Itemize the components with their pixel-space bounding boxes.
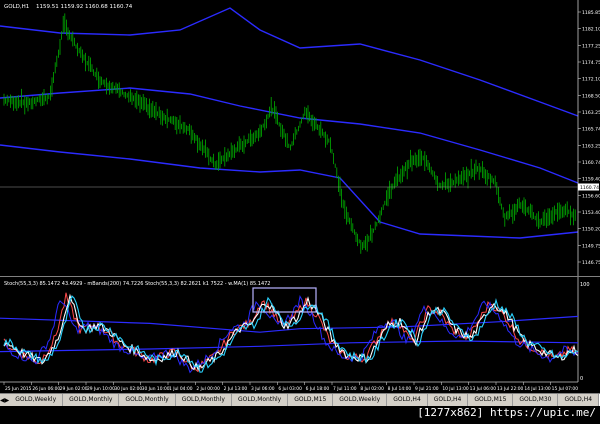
chart-tab[interactable]: GOLD,Monthly (63, 394, 120, 406)
time-label: 7 Jul 11:00 (333, 386, 357, 392)
indicator-axis-0: 0 (580, 376, 583, 382)
time-label: 3 Jul 06:00 (251, 386, 275, 392)
time-label: 10 Jul 13:00 (442, 386, 469, 392)
indicator-panel[interactable] (0, 292, 579, 374)
time-label: 30 Jun 10:00 (142, 386, 170, 392)
chart-tab[interactable]: GOLD,Weekly (9, 394, 64, 406)
indicator-axis-100: 100 (580, 282, 590, 288)
time-label: 6 Jul 03:00 (278, 386, 302, 392)
price-label: 1160.74 (582, 160, 600, 166)
price-label: 1185.85 (582, 10, 600, 16)
price-label: 1149.75 (582, 243, 600, 249)
time-label: 8 Jul 14:00 (388, 386, 412, 392)
signal-band-lower (0, 340, 579, 353)
price-label: 1163.25 (582, 143, 600, 149)
time-axis: 25 Jun 2015 26 Jun 06:00 29 Jun 02:00 29 Ju… (3, 382, 579, 392)
current-price-label: 1160.74 (580, 185, 599, 191)
time-label: 15 Jul 07:00 (552, 386, 579, 392)
upper-band (0, 7, 579, 117)
chart-window[interactable]: GOLD,H1 1159.51 1159.92 1160.68 1160.74 … (0, 0, 600, 424)
price-label: 1172.10 (582, 77, 600, 83)
chart-tab[interactable]: GOLD,Monthly (231, 394, 289, 406)
time-label: 30 Jun 02:00 (114, 386, 142, 392)
chart-tab[interactable]: GOLD,Weekly (333, 394, 388, 406)
chart-tab[interactable]: GOLD,M30 (513, 394, 559, 406)
price-label: 1146.75 (582, 260, 600, 266)
ohlc-readout: 1159.51 1159.92 1160.68 1160.74 (36, 4, 133, 10)
chart-tab[interactable]: GOLD,H4 (387, 394, 428, 406)
time-label: 6 Jul 18:00 (306, 386, 330, 392)
stoch-blue-line (3, 294, 579, 374)
indicator-title: Stoch(55,3,3) 85.1472 43.4929 - mBands(2… (4, 281, 271, 287)
price-label: 1177.25 (582, 43, 600, 49)
time-label: 9 Jul 21:00 (415, 386, 439, 392)
price-label: 1165.74 (582, 127, 600, 133)
chart-tab[interactable]: GOLD,H4 (558, 394, 600, 406)
lower-band (0, 144, 579, 239)
time-label: 14 Jul 13:00 (524, 386, 551, 392)
time-label: 2 Jul 13:00 (224, 386, 248, 392)
chart-tab-bar: ◀ ▶ GOLD,Weekly GOLD,Monthly GOLD,Monthly G… (0, 393, 600, 406)
middle-band (0, 87, 579, 184)
price-label: 1150.20 (582, 227, 600, 233)
time-label: 13 Jul 22:00 (497, 386, 524, 392)
chart-title: GOLD,H1 (4, 4, 29, 10)
chart-tab[interactable]: GOLD,M15 (288, 394, 334, 406)
chart-tab[interactable]: GOLD,Monthly (175, 394, 232, 406)
chart-tab[interactable]: GOLD,Monthly (119, 394, 176, 406)
price-panel[interactable] (0, 7, 579, 254)
price-label: 1168.50 (582, 93, 600, 99)
time-label: 26 Jun 06:00 (32, 386, 60, 392)
time-label: 8 Jul 02:00 (360, 386, 384, 392)
time-label: 29 Jun 10:00 (87, 386, 115, 392)
price-label: 1153.40 (582, 210, 600, 216)
time-label: 25 Jun 2015 (5, 386, 32, 392)
chart-tab[interactable]: GOLD,H4 (427, 394, 469, 406)
time-label: 2 Jul 00:00 (196, 386, 220, 392)
time-label: 29 Jun 02:00 (60, 386, 88, 392)
chart-tab[interactable]: GOLD,M15 (468, 394, 514, 406)
tab-list: GOLD,Weekly GOLD,Monthly GOLD,Monthly GOLD,… (9, 394, 600, 406)
price-label: 1174.75 (582, 60, 600, 66)
price-label: 1163.25 (582, 110, 600, 116)
time-label: 13 Jul 06:00 (470, 386, 497, 392)
watermark: [1277x862] https://upic.me/ (417, 406, 596, 419)
price-label: 1182.10 (582, 27, 600, 33)
price-label: 1159.40 (582, 177, 600, 183)
price-label: 1156.60 (582, 193, 600, 199)
time-label: 1 Jul 04:00 (169, 386, 193, 392)
